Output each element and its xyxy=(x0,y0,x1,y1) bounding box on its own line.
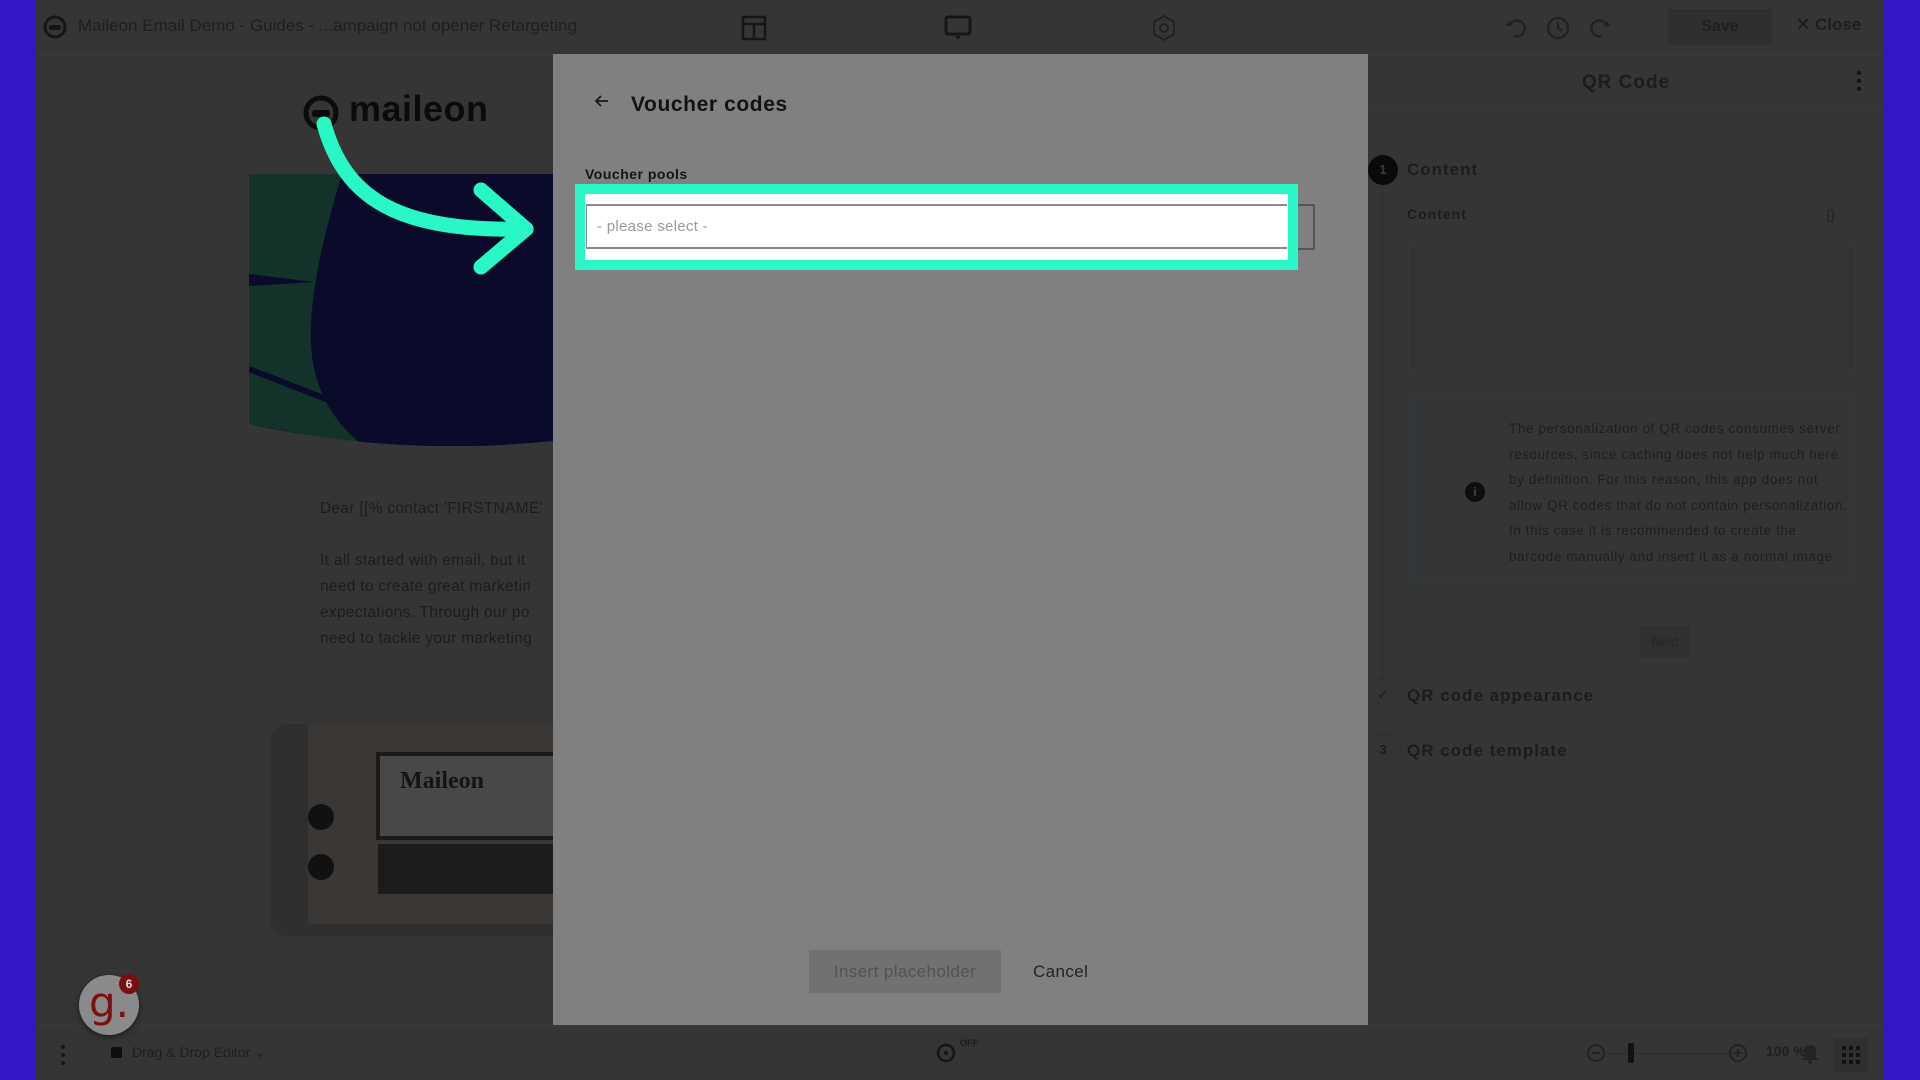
right-panel-header: QR Code xyxy=(1368,54,1884,109)
chevron-down-icon: ⌄ xyxy=(254,1044,266,1060)
step-number-1: 1 xyxy=(1368,155,1398,185)
settings-gear-icon[interactable] xyxy=(1150,14,1178,42)
top-toolbar: Maileon Email Demo - Guides - ...ampaign… xyxy=(36,0,1884,55)
email-body-line[interactable]: expectations. Through our po xyxy=(320,604,530,622)
bottom-status-bar: Drag & Drop Editor ⌄ OFF 100 % xyxy=(36,1025,1884,1080)
stepper-line xyxy=(1382,185,1383,705)
history-icon[interactable] xyxy=(1544,14,1572,42)
notifications-bell-icon[interactable] xyxy=(1800,1042,1820,1064)
layout-icon[interactable] xyxy=(740,14,768,42)
editor-type-icon xyxy=(111,1047,122,1058)
maileon-logo-icon xyxy=(303,95,339,131)
right-panel-title: QR Code xyxy=(1581,72,1671,93)
voucher-pools-label: Voucher pools xyxy=(585,166,688,182)
personalization-braces-icon[interactable]: {} xyxy=(1826,206,1835,222)
step-label-content[interactable]: Content xyxy=(1407,160,1478,180)
redo-icon[interactable] xyxy=(1586,14,1614,42)
zoom-slider-handle[interactable] xyxy=(1628,1043,1634,1063)
more-options-icon[interactable] xyxy=(1856,70,1862,92)
back-arrow-icon[interactable] xyxy=(593,92,611,110)
notification-count-badge: 6 xyxy=(119,974,139,994)
info-icon: i xyxy=(1465,482,1485,502)
close-icon: ✕ xyxy=(1796,15,1815,34)
autosave-status: OFF xyxy=(960,1038,978,1048)
laptop-photo: Maileon xyxy=(308,724,570,924)
step-number-3: 3 xyxy=(1368,735,1398,765)
promo-image[interactable]: Maileon xyxy=(270,724,570,936)
apps-grid-button[interactable] xyxy=(1834,1038,1868,1072)
editor-type-label: Drag & Drop Editor xyxy=(132,1044,251,1060)
step-number-2: ✓ xyxy=(1368,680,1398,710)
email-greeting[interactable]: Dear [[% contact 'FIRSTNAME' xyxy=(320,500,543,518)
save-button[interactable]: Save xyxy=(1668,9,1772,45)
content-field-label: Content xyxy=(1407,206,1467,222)
insert-placeholder-button[interactable]: Insert placeholder xyxy=(809,950,1001,993)
autosave-icon[interactable] xyxy=(934,1041,958,1065)
select-placeholder: - please select - xyxy=(597,218,708,235)
email-body-line[interactable]: It all started with email, but it xyxy=(320,552,525,570)
hero-image[interactable] xyxy=(249,174,569,446)
step-label-qr-appearance[interactable]: QR code appearance xyxy=(1407,686,1594,706)
info-text: The personalization of QR codes consumes… xyxy=(1509,421,1848,564)
info-box: i The personalization of QR codes consum… xyxy=(1408,395,1854,581)
zoom-in-icon[interactable] xyxy=(1728,1043,1748,1063)
voucher-codes-modal: Voucher codes Voucher pools - please sel… xyxy=(553,54,1368,1025)
next-button[interactable]: Next xyxy=(1640,626,1690,658)
apps-grid-icon xyxy=(1842,1046,1860,1064)
more-options-icon[interactable] xyxy=(60,1044,66,1066)
email-body-line[interactable]: need to tackle your marketing xyxy=(320,630,532,648)
close-label: Close xyxy=(1814,15,1862,34)
modal-title: Voucher codes xyxy=(631,93,788,116)
voucher-pools-select[interactable]: - please select - xyxy=(586,204,1287,249)
zoom-out-icon[interactable] xyxy=(1586,1043,1606,1063)
cancel-button[interactable]: Cancel xyxy=(1033,950,1088,993)
content-textarea[interactable] xyxy=(1408,244,1856,374)
app-logo-icon xyxy=(43,15,67,39)
email-logo-text: maileon xyxy=(349,88,489,129)
document-title[interactable]: Maileon Email Demo - Guides - ...ampaign… xyxy=(78,16,577,36)
desktop-preview-icon[interactable] xyxy=(944,14,972,42)
step-label-qr-template[interactable]: QR code template xyxy=(1407,741,1568,761)
undo-icon[interactable] xyxy=(1502,14,1530,42)
promo-image-caption: Maileon xyxy=(400,768,484,794)
email-body-line[interactable]: need to create great marketin xyxy=(320,578,531,596)
editor-type-selector[interactable]: Drag & Drop Editor ⌄ xyxy=(132,1044,266,1061)
close-button[interactable]: ✕ Close xyxy=(1796,15,1861,35)
